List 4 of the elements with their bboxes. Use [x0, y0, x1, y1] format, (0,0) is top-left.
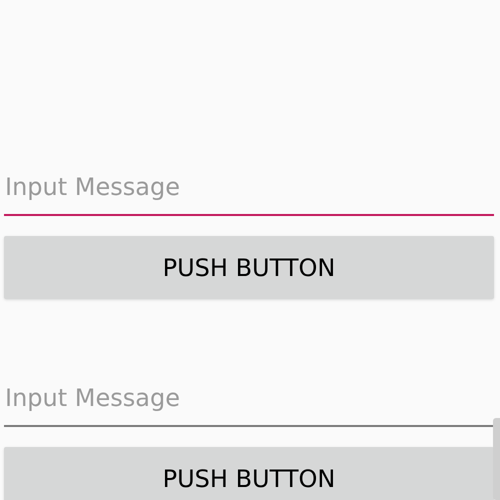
message-input-field[interactable]: Input Message: [4, 371, 494, 427]
push-button[interactable]: PUSH BUTTON: [4, 447, 494, 500]
message-input-field[interactable]: Input Message: [4, 160, 494, 216]
push-button[interactable]: PUSH BUTTON: [4, 236, 494, 299]
